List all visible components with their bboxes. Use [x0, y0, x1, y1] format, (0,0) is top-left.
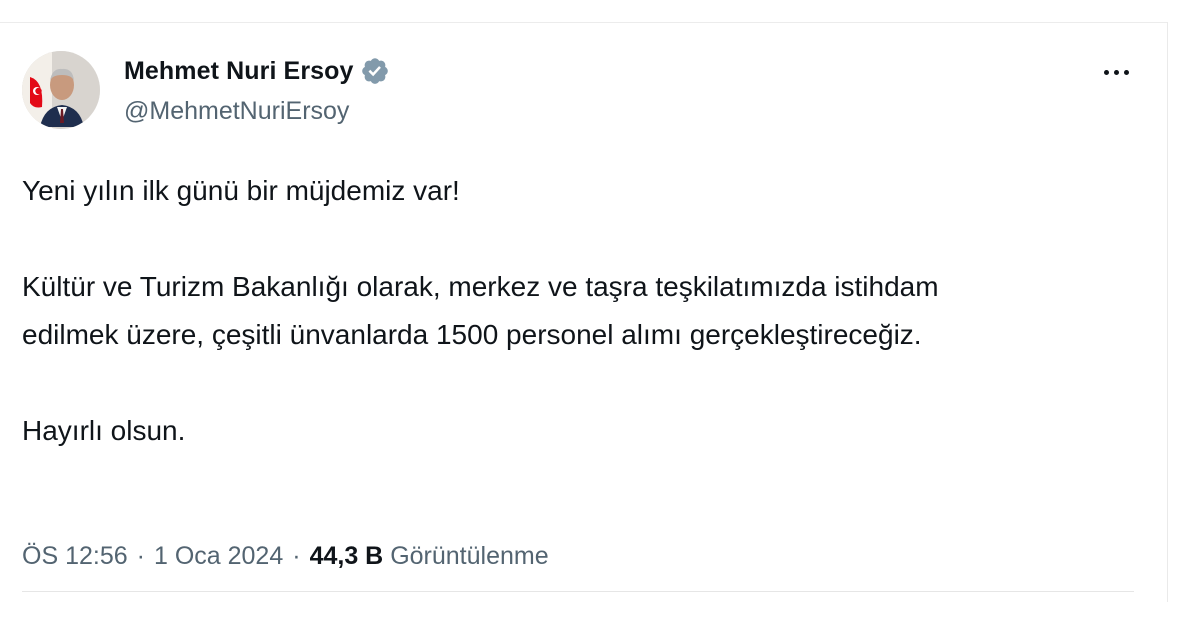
more-options-button[interactable] — [1096, 58, 1136, 86]
more-dot — [1113, 69, 1119, 75]
views-label[interactable]: Görüntülenme — [390, 542, 548, 571]
author-name-row: Mehmet Nuri Ersoy — [124, 56, 390, 86]
tweet-paragraph: Hayırlı olsun. — [22, 415, 186, 446]
avatar[interactable] — [22, 51, 100, 129]
tweet-card: Mehmet Nuri Ersoy @MehmetNuriErsoy Yeni … — [0, 22, 1166, 592]
meta-separator: · — [136, 542, 145, 570]
more-horizontal-icon — [1103, 69, 1109, 75]
tweet-meta: ÖS 12:56 · 1 Oca 2024 · 44,3 B Görüntüle… — [22, 542, 549, 571]
bottom-divider — [22, 591, 1134, 592]
tweet-time[interactable]: ÖS 12:56 — [22, 542, 128, 571]
tweet-text: Yeni yılın ilk günü bir müjdemiz var! Kü… — [22, 167, 1122, 455]
tweet-paragraph: Kültür ve Turizm Bakanlığı olarak, merke… — [22, 271, 939, 350]
page: Mehmet Nuri Ersoy @MehmetNuriErsoy Yeni … — [0, 0, 1200, 628]
author-display-name[interactable]: Mehmet Nuri Ersoy — [124, 57, 354, 86]
verified-badge-icon[interactable] — [360, 56, 390, 86]
author-handle[interactable]: @MehmetNuriErsoy — [124, 97, 349, 126]
meta-separator: · — [292, 542, 301, 570]
avatar-photo — [22, 51, 100, 129]
tweet-date[interactable]: 1 Oca 2024 — [154, 542, 283, 571]
more-dot — [1123, 69, 1129, 75]
tweet-paragraph: Yeni yılın ilk günü bir müjdemiz var! — [22, 175, 460, 206]
right-divider — [1167, 22, 1168, 602]
views-spacer — [383, 542, 390, 571]
views-count: 44,3 B — [309, 542, 384, 570]
